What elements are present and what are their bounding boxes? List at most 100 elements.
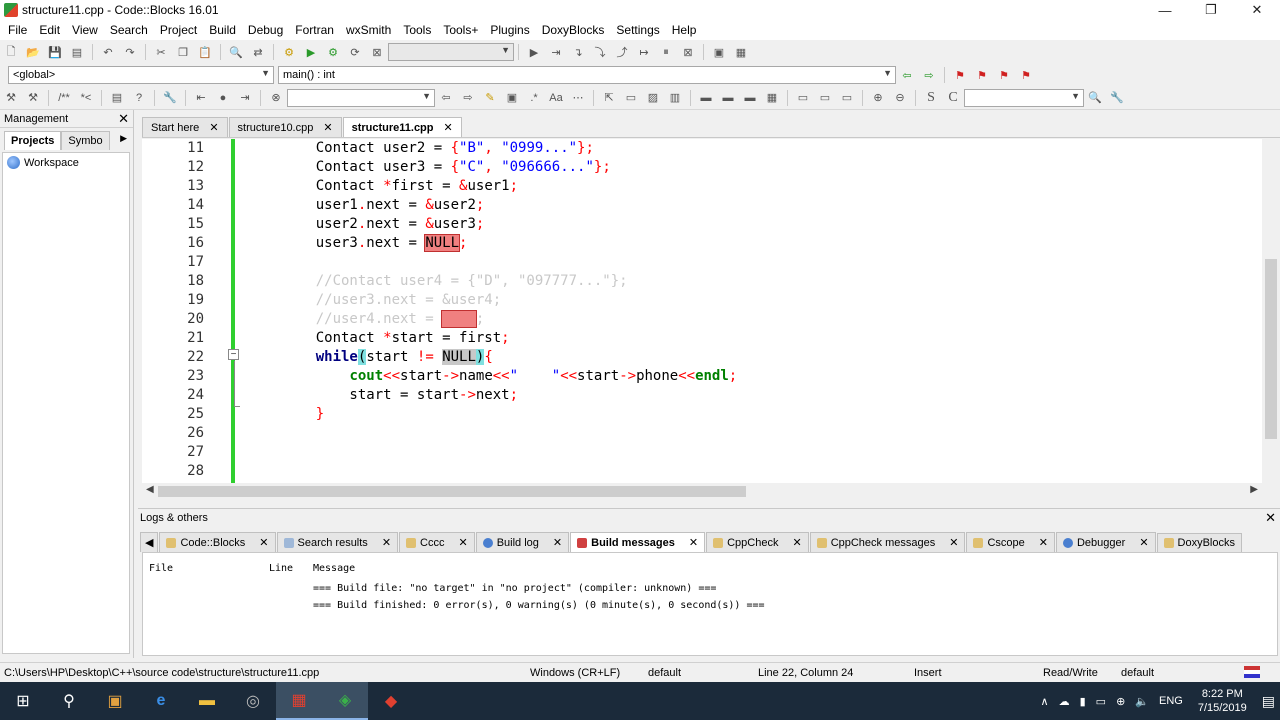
copy-icon[interactable]: ❐: [174, 43, 192, 61]
find-icon[interactable]: 🔍: [227, 43, 245, 61]
button-widget-icon[interactable]: ▬: [697, 89, 715, 107]
close-management-icon[interactable]: ✕: [118, 111, 129, 127]
mic-icon[interactable]: ▮: [1080, 695, 1086, 708]
debug-windows-icon[interactable]: ▣: [710, 43, 728, 61]
build-target-combo[interactable]: ▼: [388, 43, 514, 61]
workspace-node[interactable]: Workspace: [3, 153, 129, 172]
step-into-icon[interactable]: ⤵: [591, 43, 609, 61]
undo-icon[interactable]: ↶: [99, 43, 117, 61]
menu-search[interactable]: Search: [106, 23, 156, 37]
search-next-icon[interactable]: ⇨: [459, 89, 477, 107]
selected-text-icon[interactable]: ▣: [503, 89, 521, 107]
list-widget-icon[interactable]: ▬: [741, 89, 759, 107]
network-icon[interactable]: ⊕: [1116, 695, 1125, 708]
abort-icon[interactable]: ⊠: [368, 43, 386, 61]
s-icon[interactable]: S: [922, 89, 940, 107]
search-combo[interactable]: ▼: [287, 88, 435, 107]
menu-debug[interactable]: Debug: [244, 23, 291, 37]
menu-wxsmith[interactable]: wxSmith: [342, 23, 399, 37]
toggle-bookmark-icon[interactable]: ⚑: [951, 66, 969, 84]
close-logs-icon[interactable]: ✕: [1265, 510, 1276, 526]
frame-icon[interactable]: ▭: [622, 89, 640, 107]
dot-icon[interactable]: ●: [214, 89, 232, 107]
tab-scroll-left-icon[interactable]: ◀: [140, 532, 159, 552]
menu-file[interactable]: File: [4, 23, 35, 37]
search-prev-icon[interactable]: ⇦: [437, 89, 455, 107]
regex-icon[interactable]: .*: [525, 89, 543, 107]
close-tab-icon[interactable]: ✕: [209, 121, 218, 134]
zoom-out-icon[interactable]: ⊖: [891, 89, 909, 107]
tab-debugger[interactable]: Debugger ✕: [1055, 532, 1156, 552]
debug-run-icon[interactable]: ▶: [525, 43, 543, 61]
compile-icon[interactable]: ⚒: [2, 89, 20, 107]
open-folder-icon[interactable]: 📂: [24, 43, 42, 61]
menu-help[interactable]: Help: [668, 23, 705, 37]
editor-horizontal-scrollbar[interactable]: ◀ ▶: [142, 483, 1262, 499]
scroll-left-icon[interactable]: ◀: [146, 484, 154, 495]
build-message-row[interactable]: === Build file: "no target" in "no proje…: [313, 583, 716, 594]
symbol-search-icon[interactable]: 🔍: [1086, 89, 1104, 107]
various-info-icon[interactable]: ▦: [732, 43, 750, 61]
edge-browser-icon[interactable]: e: [138, 682, 184, 720]
menu-fortran[interactable]: Fortran: [291, 23, 342, 37]
tab-start-here[interactable]: Start here ✕: [142, 117, 228, 137]
new-file-icon[interactable]: 🗋: [2, 43, 20, 61]
code-editor[interactable]: 11 12 13 14 15 16 17 18 19 20 21 22 23 2…: [142, 139, 1280, 483]
tab-doxyblocks[interactable]: DoxyBlocks: [1156, 533, 1242, 552]
language-indicator[interactable]: ENG: [1159, 695, 1183, 707]
grid-widget-icon[interactable]: ▦: [763, 89, 781, 107]
symbol-search-combo[interactable]: ▼: [964, 88, 1084, 107]
column-message[interactable]: Message: [313, 563, 355, 574]
zoom-in-icon[interactable]: ⊕: [869, 89, 887, 107]
prev-bookmark-icon[interactable]: ⚑: [973, 66, 991, 84]
tab-build-messages[interactable]: Build messages ✕: [570, 532, 706, 552]
next-instruction-icon[interactable]: ↦: [635, 43, 653, 61]
close-tab-icon[interactable]: ✕: [689, 536, 698, 549]
run-icon[interactable]: ▶: [302, 43, 320, 61]
tools-icon[interactable]: 🔧: [161, 89, 179, 107]
scroll-right-icon[interactable]: ▶: [1250, 484, 1258, 495]
dotted-icon[interactable]: ⋯: [569, 89, 587, 107]
menu-edit[interactable]: Edit: [35, 23, 68, 37]
close-tab-icon[interactable]: ✕: [949, 536, 958, 549]
rect3-icon[interactable]: ▭: [838, 89, 856, 107]
next-line-icon[interactable]: ↴: [569, 43, 587, 61]
search-field-icon[interactable]: ⊗: [267, 89, 285, 107]
close-tab-icon[interactable]: ✕: [553, 536, 562, 549]
app-icon-4[interactable]: ◆: [368, 682, 414, 720]
build-message-row[interactable]: === Build finished: 0 error(s), 0 warnin…: [313, 600, 765, 611]
battery-icon[interactable]: ▭: [1096, 695, 1106, 708]
tab-structure10[interactable]: structure10.cpp ✕: [228, 117, 342, 137]
close-tab-icon[interactable]: ✕: [1039, 536, 1048, 549]
scope-combo[interactable]: <global> ▼: [8, 66, 274, 84]
menu-tools-plus[interactable]: Tools+: [439, 23, 486, 37]
run-to-cursor-icon[interactable]: ⇥: [547, 43, 565, 61]
app-icon-3[interactable]: ◈: [322, 682, 368, 720]
rect-icon[interactable]: ▭: [794, 89, 812, 107]
column-file[interactable]: File: [149, 563, 173, 574]
stop-icon[interactable]: ⊠: [679, 43, 697, 61]
comment-block-icon[interactable]: /**: [55, 89, 73, 107]
menu-build[interactable]: Build: [205, 23, 244, 37]
menu-tools[interactable]: Tools: [399, 23, 439, 37]
tab-codeblocks-log[interactable]: Code::Blocks ✕: [159, 532, 276, 552]
file-explorer-icon[interactable]: ▬: [184, 682, 230, 720]
function-combo[interactable]: main() : int ▼: [278, 66, 896, 84]
build-messages-list[interactable]: File Line Message === Build file: "no ta…: [142, 552, 1278, 656]
doxywizard-icon[interactable]: ▤: [108, 89, 126, 107]
app-icon-1[interactable]: ▣: [92, 682, 138, 720]
save-all-icon[interactable]: ▤: [68, 43, 86, 61]
stop-compile-icon[interactable]: ⚒: [24, 89, 42, 107]
close-button[interactable]: ✕: [1234, 0, 1280, 20]
step-out-icon[interactable]: ⤴: [613, 43, 631, 61]
app-icon-2[interactable]: ◎: [230, 682, 276, 720]
tray-expand-icon[interactable]: ∧: [1041, 695, 1049, 708]
close-tab-icon[interactable]: ✕: [792, 536, 801, 549]
replace-icon[interactable]: ⇄: [249, 43, 267, 61]
redo-icon[interactable]: ↷: [121, 43, 139, 61]
highlight-icon[interactable]: ✎: [481, 89, 499, 107]
jump-forward-icon[interactable]: ⇨: [920, 66, 938, 84]
jump-back-icon[interactable]: ⇦: [898, 66, 916, 84]
comment-line-icon[interactable]: *<: [77, 89, 95, 107]
volume-icon[interactable]: 🔈: [1135, 695, 1149, 708]
